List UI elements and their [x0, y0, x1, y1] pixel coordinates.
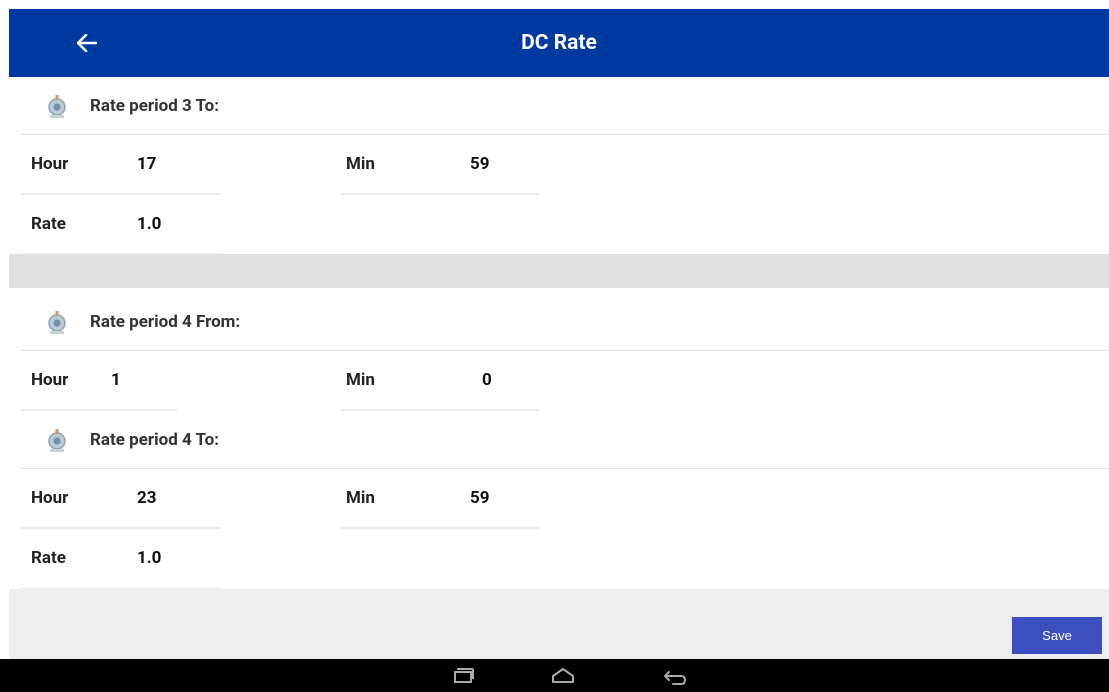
row-rate-period3: Rate 1.0 [9, 195, 1109, 255]
page-title: DC Rate [521, 31, 597, 55]
min-input[interactable]: 0 [482, 351, 492, 409]
section-heading: Rate period 4 From: [90, 312, 241, 332]
min-label: Min [346, 154, 375, 174]
hour-input[interactable]: 23 [137, 469, 157, 527]
min-label: Min [346, 488, 375, 508]
section-header-period3-to: Rate period 3 To: [9, 77, 1109, 135]
status-spacer [0, 0, 1109, 9]
system-nav-bar [0, 659, 1109, 692]
hour-label: Hour [31, 370, 69, 390]
rate-label: Rate [31, 548, 66, 568]
recent-apps-icon [454, 668, 474, 683]
rate-input[interactable]: 1.0 [137, 195, 161, 253]
row-hour-min-period3: Hour 17 Min 59 [9, 135, 1109, 195]
back-icon [664, 671, 686, 685]
recent-apps-button[interactable] [443, 664, 483, 688]
system-back-button[interactable] [655, 664, 695, 688]
home-button[interactable] [543, 664, 583, 688]
row-hour-min-period4-to: Hour 23 Min 59 [9, 469, 1109, 529]
row-rate-period4-to: Rate 1.0 [9, 529, 1109, 589]
min-label: Min [346, 370, 375, 390]
hour-input[interactable]: 17 [137, 135, 157, 193]
hour-label: Hour [31, 154, 69, 174]
save-button[interactable]: Save [1012, 617, 1102, 654]
min-input[interactable]: 59 [470, 469, 490, 527]
section-header-period4-from: Rate period 4 From: [9, 293, 1109, 351]
section-separator [9, 254, 1109, 288]
footer-bar: Save [9, 589, 1109, 659]
rate-label: Rate [31, 214, 66, 234]
section-heading: Rate period 4 To: [90, 430, 220, 450]
rate-input[interactable]: 1.0 [137, 529, 161, 587]
clock-medallion-icon [48, 429, 66, 452]
home-icon [552, 668, 574, 683]
section-heading: Rate period 3 To: [90, 96, 220, 116]
clock-medallion-icon [48, 311, 66, 334]
clock-medallion-icon [48, 95, 66, 118]
row-hour-min-period4-from: Hour 1 Min 0 [9, 351, 1109, 411]
app-bar: DC Rate [9, 9, 1109, 77]
hour-input[interactable]: 1 [111, 351, 121, 409]
hour-label: Hour [31, 488, 69, 508]
min-input[interactable]: 59 [470, 135, 490, 193]
section-header-period4-to: Rate period 4 To: [9, 411, 1109, 469]
